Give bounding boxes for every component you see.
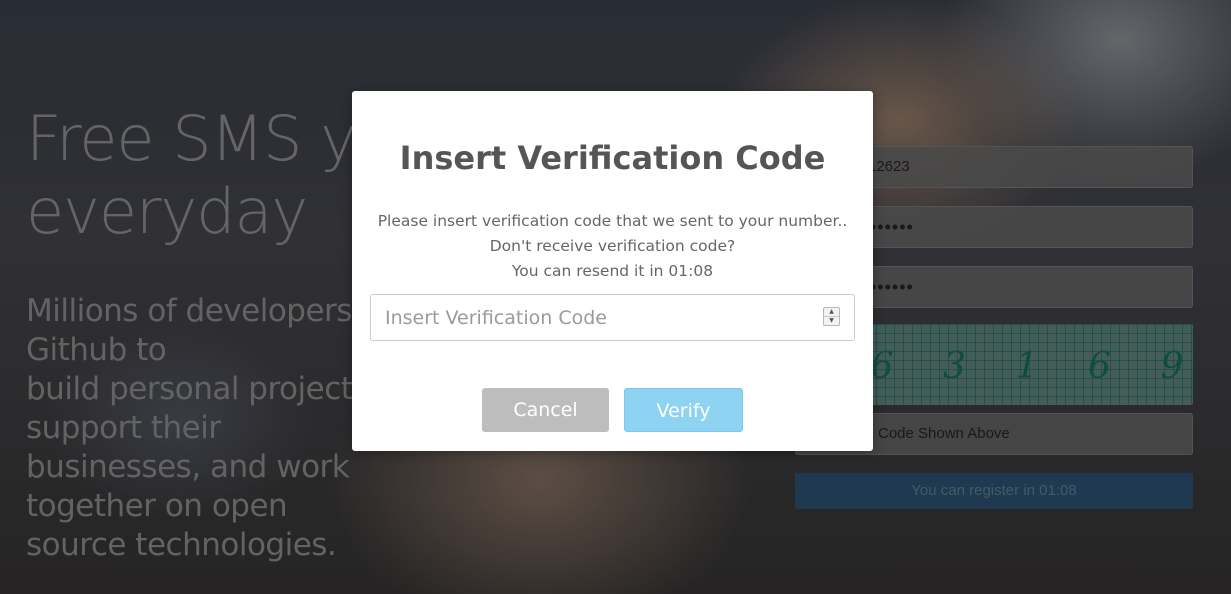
verification-modal: Insert Verification Code Please insert v… (352, 91, 873, 451)
resend-countdown: You can resend it in 01:08 (511, 262, 714, 280)
modal-message: Please insert verification code that we … (352, 209, 873, 284)
verification-code-field: ▲ ▼ (370, 294, 855, 341)
verification-code-input[interactable] (371, 295, 811, 340)
verify-button[interactable]: Verify (624, 388, 743, 432)
number-spinner[interactable]: ▲ ▼ (823, 307, 840, 326)
modal-message-line: Please insert verification code that we … (377, 212, 848, 230)
spin-up-icon[interactable]: ▲ (824, 308, 839, 317)
modal-title: Insert Verification Code (399, 139, 826, 177)
cancel-button[interactable]: Cancel (482, 388, 609, 432)
spin-down-icon[interactable]: ▼ (824, 317, 839, 325)
modal-message-line: Don't receive verification code? (489, 237, 736, 255)
